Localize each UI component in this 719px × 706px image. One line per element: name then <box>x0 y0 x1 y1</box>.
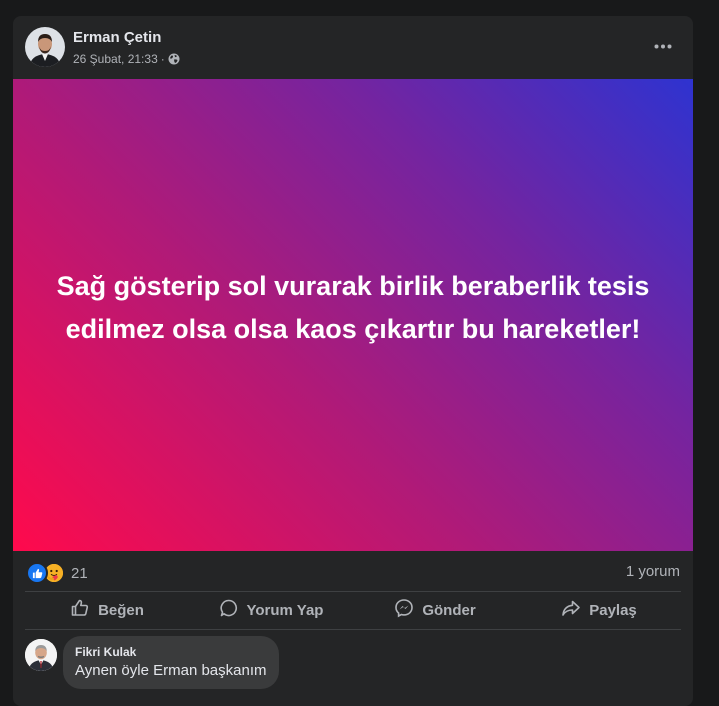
post-meta: 26 Şubat, 21:33 · <box>73 52 180 66</box>
more-options-icon[interactable] <box>649 34 677 58</box>
like-button-label: Beğen <box>98 601 144 619</box>
share-icon <box>561 598 581 622</box>
author-avatar[interactable] <box>25 27 65 67</box>
comment-bubble: Fikri Kulak Aynen öyle Erman başkanım <box>63 636 279 689</box>
post-stats: 21 1 yorum <box>13 551 693 591</box>
share-button[interactable]: Paylaş <box>517 592 681 628</box>
comment-item: Fikri Kulak Aynen öyle Erman başkanım <box>25 636 681 689</box>
messenger-icon <box>394 598 414 622</box>
comment-button-label: Yorum Yap <box>246 601 324 619</box>
comment-icon <box>219 598 239 622</box>
post-header: Erman Çetin 26 Şubat, 21:33 · <box>13 16 693 79</box>
author-name[interactable]: Erman Çetin <box>73 29 161 46</box>
post-date[interactable]: 26 Şubat, 21:33 <box>73 52 158 66</box>
comment-text: Aynen öyle Erman başkanım <box>75 662 267 679</box>
comment-button[interactable]: Yorum Yap <box>189 592 353 628</box>
comment-count[interactable]: 1 yorum <box>626 563 680 580</box>
commenter-avatar[interactable] <box>25 639 57 671</box>
like-reaction-icon <box>26 562 48 584</box>
actions-divider <box>25 629 681 630</box>
reactions-summary[interactable]: 21 <box>26 562 88 584</box>
send-button-label: Gönder <box>422 601 476 619</box>
like-icon <box>70 598 90 622</box>
share-button-label: Paylaş <box>589 601 637 619</box>
post-card: Erman Çetin 26 Şubat, 21:33 · Sağ göster… <box>13 16 693 706</box>
action-bar: Beğen Yorum Yap Gönder Paylaş <box>25 592 681 628</box>
commenter-name[interactable]: Fikri Kulak <box>75 644 267 660</box>
reaction-count: 21 <box>71 564 88 582</box>
like-button[interactable]: Beğen <box>25 592 189 628</box>
globe-icon[interactable] <box>168 53 180 65</box>
banner-text: Sağ gösterip sol vurarak birlik beraberl… <box>56 271 650 344</box>
meta-separator: · <box>160 52 165 66</box>
send-button[interactable]: Gönder <box>353 592 517 628</box>
post-text-banner[interactable]: Sağ gösterip sol vurarak birlik beraberl… <box>13 79 693 551</box>
